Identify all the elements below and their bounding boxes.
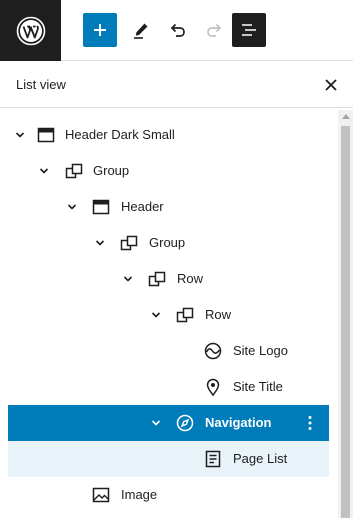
template-part-icon	[92, 199, 110, 215]
wordpress-logo-icon[interactable]	[0, 0, 61, 61]
group-icon	[176, 307, 194, 323]
chevron-down-icon[interactable]	[14, 129, 26, 141]
scrollbar-thumb[interactable]	[341, 126, 350, 518]
chevron-down-icon[interactable]	[150, 417, 162, 429]
more-options-icon[interactable]	[301, 414, 319, 432]
tree-item-label: Site Title	[233, 379, 283, 394]
list-view-tree: Header Dark Small Group Header Group Row…	[0, 110, 338, 518]
add-block-button[interactable]	[83, 13, 117, 47]
tree-item-image[interactable]: Image	[8, 477, 329, 513]
group-icon	[120, 235, 138, 251]
tree-item-header[interactable]: Header	[8, 189, 329, 225]
image-icon	[92, 487, 110, 503]
chevron-down-icon[interactable]	[66, 201, 78, 213]
tree-item-page-list[interactable]: Page List	[8, 441, 329, 477]
tree-item-label: Header	[121, 199, 164, 214]
tree-item-group[interactable]: Group	[8, 225, 329, 261]
list-view-header: List view	[0, 62, 353, 108]
undo-icon	[170, 23, 185, 37]
tree-item-label: Group	[149, 235, 186, 250]
tree-item-label: Header Dark Small	[65, 127, 175, 142]
redo-icon	[207, 23, 222, 37]
close-button[interactable]	[321, 75, 341, 95]
close-icon	[325, 79, 337, 91]
page-list-icon	[205, 450, 221, 468]
undo-button[interactable]	[161, 13, 195, 47]
tree-item-navigation[interactable]: Navigation	[8, 405, 329, 441]
tree-item-header-dark-small[interactable]: Header Dark Small	[8, 117, 329, 153]
chevron-down-icon[interactable]	[38, 165, 50, 177]
scroll-up-arrow-icon[interactable]	[342, 114, 350, 119]
tree-item-label: Row	[205, 307, 232, 322]
tree-item-site-logo[interactable]: Site Logo	[8, 333, 329, 369]
chevron-down-icon[interactable]	[122, 273, 134, 285]
redo-button[interactable]	[197, 13, 231, 47]
tree-item-row[interactable]: Row	[8, 297, 329, 333]
site-logo-icon	[204, 342, 222, 360]
tree-item-group[interactable]: Group	[8, 153, 329, 189]
list-view-icon	[242, 24, 256, 36]
navigation-icon	[176, 414, 194, 432]
chevron-down-icon[interactable]	[94, 237, 106, 249]
tree-item-label: Navigation	[205, 415, 272, 430]
map-marker-icon	[206, 378, 220, 397]
group-icon	[148, 271, 166, 287]
group-icon	[65, 163, 83, 179]
template-part-icon	[37, 127, 55, 143]
tree-item-label: Site Logo	[233, 343, 288, 358]
panel-title: List view	[16, 77, 66, 92]
chevron-down-icon[interactable]	[150, 309, 162, 321]
list-view-button[interactable]	[232, 13, 266, 47]
tree-item-label: Row	[177, 271, 204, 286]
editor-toolbar	[0, 0, 353, 61]
tree-item-label: Group	[93, 163, 130, 178]
tools-button[interactable]	[124, 13, 158, 47]
plus-icon	[94, 24, 106, 36]
pencil-icon	[134, 23, 148, 39]
tree-item-label: Page List	[233, 451, 288, 466]
tree-item-label: Image	[121, 487, 158, 502]
tree-item-row[interactable]: Row	[8, 261, 329, 297]
tree-item-site-title[interactable]: Site Title	[8, 369, 329, 405]
